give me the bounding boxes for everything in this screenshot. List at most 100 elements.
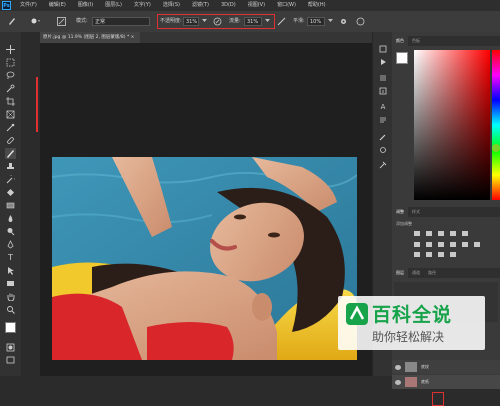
pressure-opacity-icon[interactable] — [212, 16, 222, 26]
menu-help[interactable]: 帮助(H) — [302, 0, 332, 11]
lasso-tool-icon[interactable] — [5, 70, 16, 81]
mode-select[interactable]: 正常 — [92, 17, 150, 26]
smoothing-dropdown-icon[interactable] — [327, 18, 333, 24]
foreground-color-swatch[interactable] — [5, 322, 16, 333]
gear-icon[interactable] — [338, 16, 348, 26]
flow-field[interactable]: 31% — [244, 17, 262, 26]
layers-panel-tabs: 图层 通道 路径 — [392, 268, 500, 278]
layer-thumbnail — [405, 377, 417, 387]
watermark-logo — [346, 303, 368, 325]
paragraph-panel-icon[interactable] — [378, 115, 388, 125]
brush-tool-icon[interactable] — [6, 15, 18, 27]
pen-tool-icon[interactable] — [5, 239, 16, 250]
hue-handle[interactable] — [492, 144, 500, 152]
marquee-tool-icon[interactable] — [5, 57, 16, 68]
color-panel-tabs: 颜色 色板 — [392, 36, 500, 46]
add-adjustment-label: 添加调整 — [396, 221, 412, 226]
character-panel-icon[interactable]: A — [378, 102, 388, 112]
menu-image[interactable]: 图像(I) — [72, 0, 99, 11]
frame-tool-icon[interactable] — [5, 109, 16, 120]
tab-channels[interactable]: 通道 — [408, 268, 424, 278]
menu-3d[interactable]: 3D(D) — [215, 0, 242, 11]
info-icon[interactable] — [378, 86, 388, 96]
path-select-icon[interactable] — [5, 265, 16, 276]
options-bar: 模式: 正常 不透明度: 31% 流量: 31% 平滑: 10% — [0, 11, 500, 33]
watermark-subtitle: 助你轻松解决 — [372, 330, 445, 344]
history-panel-icon[interactable] — [378, 44, 388, 54]
color-picker-field[interactable] — [414, 50, 490, 200]
layer-name: 底纸 — [421, 379, 429, 384]
document-tab[interactable]: 原片.jpg @ 11.9% (图层 2, 图层蒙版/8) * × — [40, 32, 140, 43]
layer-name: 底纹 — [421, 364, 429, 369]
screen-mode-icon[interactable] — [5, 355, 16, 366]
menu-edit[interactable]: 编辑(E) — [43, 0, 72, 11]
smoothing-field[interactable]: 10% — [307, 17, 325, 26]
gradient-icon[interactable] — [5, 200, 16, 211]
blur-tool-icon[interactable] — [5, 213, 16, 224]
toolbar-gutter — [21, 32, 40, 376]
move-tool-icon[interactable] — [5, 44, 16, 55]
tool-presets-icon[interactable] — [378, 160, 388, 170]
document-image[interactable] — [52, 157, 357, 360]
brush-preset-picker[interactable] — [28, 15, 42, 27]
brush-settings-icon[interactable] — [56, 16, 66, 26]
eye-icon[interactable] — [395, 379, 401, 385]
tab-layers[interactable]: 图层 — [392, 268, 408, 278]
eyedropper-icon[interactable] — [5, 122, 16, 133]
zoom-tool-icon[interactable] — [5, 304, 16, 315]
opacity-field[interactable]: 31% — [183, 17, 199, 26]
clone-source-icon[interactable] — [378, 145, 388, 155]
photo-illustration — [52, 157, 357, 360]
pressure-size-icon[interactable] — [355, 16, 365, 26]
menu-bar: Ps 文件(F) 编辑(E) 图像(I) 图层(L) 文字(Y) 选择(S) 滤… — [0, 0, 500, 11]
eraser-icon[interactable] — [5, 187, 16, 198]
tab-color[interactable]: 颜色 — [392, 36, 408, 46]
quick-mask-icon[interactable] — [5, 342, 16, 353]
document-tab-bar: 原片.jpg @ 11.9% (图层 2, 图层蒙版/8) * × — [40, 32, 372, 43]
airbrush-icon[interactable] — [276, 16, 286, 26]
watermark-title: 百科全说 — [372, 304, 453, 326]
tab-swatches[interactable]: 色板 — [408, 36, 424, 46]
rectangle-tool-icon[interactable] — [5, 278, 16, 289]
smoothing-label: 平滑: — [293, 18, 305, 24]
menu-file[interactable]: 文件(F) — [14, 0, 43, 11]
history-brush-icon[interactable] — [5, 174, 16, 185]
quick-select-icon[interactable] — [5, 83, 16, 94]
dodge-tool-icon[interactable] — [5, 226, 16, 237]
toolbar: T — [0, 32, 22, 376]
brush-tool-active-icon[interactable] — [5, 148, 16, 159]
adjustment-icons-grid — [412, 229, 492, 259]
layer-row[interactable]: 底纹 — [392, 360, 500, 374]
highlight-box-layer — [432, 392, 444, 406]
menu-type[interactable]: 文字(Y) — [128, 0, 157, 11]
menu-layer[interactable]: 图层(L) — [99, 0, 128, 11]
adjustments-panel-tabs: 调整 样式 — [392, 207, 500, 217]
healing-brush-icon[interactable] — [5, 135, 16, 146]
type-tool-icon[interactable]: T — [5, 252, 16, 263]
tab-styles[interactable]: 样式 — [408, 207, 424, 217]
brush-panel-icon[interactable] — [378, 132, 388, 142]
color-panel-foreground[interactable] — [396, 52, 408, 64]
menu-select[interactable]: 选择(S) — [157, 0, 186, 11]
layer-row[interactable]: 底纸 — [392, 375, 500, 389]
menu-view[interactable]: 视图(V) — [242, 0, 271, 11]
properties-icon[interactable] — [378, 73, 388, 83]
highlight-marker — [36, 77, 38, 132]
layer-thumbnail — [405, 362, 417, 372]
hue-slider[interactable] — [492, 50, 500, 200]
actions-play-icon[interactable] — [378, 57, 388, 67]
tab-paths[interactable]: 路径 — [424, 268, 440, 278]
clone-stamp-icon[interactable] — [5, 161, 16, 172]
opacity-dropdown-icon[interactable] — [201, 18, 207, 24]
flow-dropdown-icon[interactable] — [264, 18, 270, 24]
hand-tool-icon[interactable] — [5, 291, 16, 302]
mode-value: 正常 — [95, 19, 106, 25]
watermark: 百科全说 助你轻松解决 — [338, 296, 485, 350]
menu-window[interactable]: 窗口(W) — [271, 0, 302, 11]
crop-tool-icon[interactable] — [5, 96, 16, 107]
opacity-value: 31% — [186, 19, 198, 25]
menu-filter[interactable]: 滤镜(T) — [186, 0, 215, 11]
eye-icon[interactable] — [395, 364, 401, 370]
photoshop-logo: Ps — [2, 1, 11, 10]
tab-adjustments[interactable]: 调整 — [392, 207, 408, 217]
